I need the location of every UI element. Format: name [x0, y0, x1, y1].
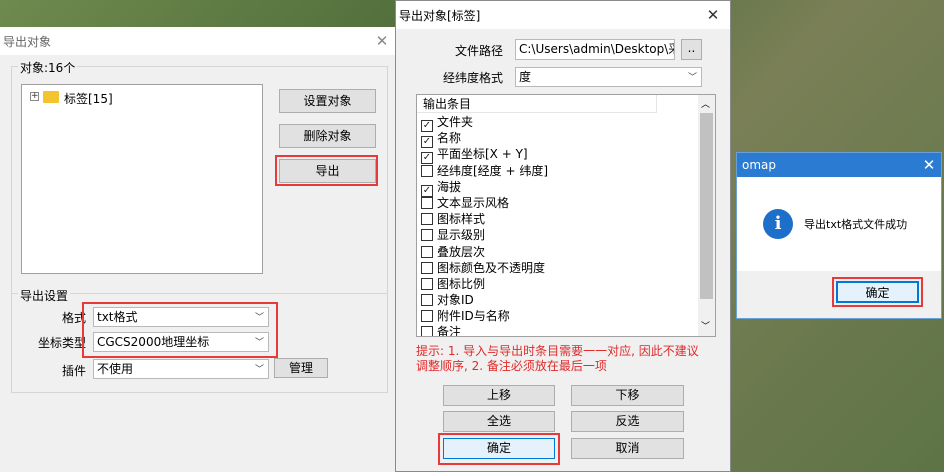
list-item[interactable]: 备注 [418, 324, 698, 337]
dialog-ok-highlight [832, 277, 923, 307]
list-item-label: 海拔 [437, 179, 462, 194]
dialog-message: 导出txt格式文件成功 [804, 218, 908, 231]
list-item-label: 平面坐标[X + Y] [437, 147, 528, 162]
scroll-thumb[interactable] [700, 113, 713, 299]
list-item[interactable]: 对象ID [418, 292, 698, 308]
list-item-label: 对象ID [437, 293, 474, 308]
dialog-close-icon[interactable]: ✕ [919, 155, 939, 175]
list-item-label: 经纬度[经度 + 纬度] [437, 163, 549, 178]
objects-count-label: 对象:16个 [18, 59, 78, 76]
list-item-label: 附件ID与名称 [437, 309, 510, 324]
file-path-input[interactable]: C:\Users\admin\Desktop\采集 [515, 39, 675, 60]
object-tree[interactable]: + 标签[15] [21, 84, 263, 274]
left-window-title: 导出对象 [3, 35, 52, 49]
file-path-label: 文件路径 [455, 44, 504, 58]
latlon-format-select[interactable]: 度 ﹀ [515, 67, 702, 87]
checkbox[interactable] [421, 326, 433, 336]
expand-icon[interactable]: + [30, 92, 39, 101]
dialog-title: omap [742, 158, 777, 172]
file-path-value: C:\Users\admin\Desktop\采集 [519, 42, 675, 56]
checkbox[interactable] [421, 294, 433, 307]
delete-object-button[interactable]: 删除对象 [279, 124, 376, 148]
output-items-list[interactable]: 输出条目 ✓ 文件夹 ✓ 名称 ✓ 平面坐标[X + Y] 经纬度[经度 + 纬度] ✓ 海拔文… [416, 94, 716, 337]
list-item[interactable]: 叠放层次 [418, 244, 698, 260]
list-item-label: 图标样式 [437, 212, 486, 227]
info-icon: i [763, 209, 793, 239]
list-item[interactable]: 附件ID与名称 [418, 308, 698, 324]
export-label-window: 导出对象[标签] ✕ 文件路径 C:\Users\admin\Desktop\采… [395, 0, 731, 472]
chevron-down-icon: ﹀ [687, 73, 697, 83]
folder-icon [43, 91, 59, 103]
list-item[interactable]: ✓ 名称 [418, 130, 698, 149]
left-titlebar: 导出对象 ✕ [0, 27, 395, 55]
scrollbar[interactable]: ︿ ﹀ [698, 95, 715, 336]
list-item[interactable]: ✓ 文件夹 [418, 114, 698, 132]
plugin-label: 插件 [62, 364, 87, 378]
items-container: ✓ 文件夹 ✓ 名称 ✓ 平面坐标[X + Y] 经纬度[经度 + 纬度] ✓ 海拔 文本显示风格… [418, 114, 698, 337]
browse-button[interactable]: .. [681, 39, 702, 60]
move-down-button[interactable]: 下移 [571, 385, 684, 406]
list-header-label: 输出条目 [423, 97, 472, 111]
list-item-label: 文本显示风格 [437, 195, 510, 210]
checkbox[interactable] [421, 261, 433, 274]
checkbox[interactable] [421, 213, 433, 226]
plugin-select[interactable]: 不使用 ﹀ [93, 359, 269, 379]
list-item-label: 显示级别 [437, 228, 486, 243]
export-objects-window: 导出对象 ✕ 对象:16个 + 标签[15] 设置对象 删除对象 导出 导出设置… [0, 27, 395, 472]
checkbox[interactable] [421, 277, 433, 290]
move-up-button[interactable]: 上移 [443, 385, 555, 406]
list-item[interactable]: ✓ 海拔 [418, 179, 698, 197]
list-header: 输出条目 [417, 95, 657, 113]
middle-cancel-button[interactable]: 取消 [571, 438, 684, 459]
middle-titlebar: 导出对象[标签] ✕ [396, 1, 730, 29]
latlon-format-value: 度 [519, 70, 532, 84]
list-item[interactable]: 经纬度[经度 + 纬度] [418, 163, 698, 179]
checkbox[interactable] [421, 196, 433, 209]
list-item[interactable]: 图标颜色及不透明度 [418, 260, 698, 276]
tree-item-label[interactable]: 标签[15] [64, 90, 113, 107]
latlon-format-label: 经纬度格式 [443, 71, 504, 85]
export-settings-title: 导出设置 [18, 287, 71, 304]
set-object-button[interactable]: 设置对象 [279, 89, 376, 113]
export-button-highlight [275, 155, 378, 186]
list-item[interactable]: 显示级别 [418, 227, 698, 243]
middle-window-title: 导出对象[标签] [399, 9, 481, 23]
manage-button[interactable]: 管理 [274, 358, 328, 378]
list-item-label: 文件夹 [437, 115, 474, 129]
hint-line-2: 调整顺序, 2. 备注必须放在最后一项 [416, 359, 607, 373]
checkbox[interactable] [421, 310, 433, 323]
list-item-label: 叠放层次 [437, 244, 486, 259]
scroll-up-icon[interactable]: ︿ [701, 97, 710, 110]
ok-button-highlight [438, 433, 560, 465]
list-item[interactable]: 图标样式 [418, 211, 698, 227]
list-item-label: 名称 [437, 131, 462, 146]
left-close-icon[interactable]: ✕ [372, 31, 392, 51]
coord-type-label: 坐标类型 [38, 336, 87, 350]
dialog-titlebar: omap ✕ [737, 153, 941, 177]
list-item-label: 备注 [437, 325, 462, 337]
list-item-label: 图标颜色及不透明度 [437, 260, 546, 275]
chevron-down-icon: ﹀ [254, 365, 264, 375]
list-item[interactable]: 图标比例 [418, 276, 698, 292]
select-all-button[interactable]: 全选 [443, 411, 555, 432]
middle-close-icon[interactable]: ✕ [703, 5, 723, 25]
list-item[interactable]: ✓ 平面坐标[X + Y] [418, 146, 698, 165]
list-item-label: 图标比例 [437, 276, 486, 291]
checkbox[interactable] [421, 245, 433, 258]
format-coord-highlight [82, 302, 278, 358]
omap-message-dialog: omap ✕ i 导出txt格式文件成功 确定 [736, 152, 942, 319]
invert-selection-button[interactable]: 反选 [571, 411, 684, 432]
hint-text: 提示: 1. 导入与导出时条目需要一一对应, 因此不建议 调整顺序, 2. 备注… [416, 344, 726, 374]
checkbox[interactable] [421, 229, 433, 242]
list-item[interactable]: 文本显示风格 [418, 195, 698, 211]
scroll-down-icon[interactable]: ﹀ [701, 319, 710, 332]
checkbox[interactable] [421, 164, 433, 177]
hint-line-1: 提示: 1. 导入与导出时条目需要一一对应, 因此不建议 [416, 344, 699, 358]
plugin-value: 不使用 [97, 362, 134, 376]
